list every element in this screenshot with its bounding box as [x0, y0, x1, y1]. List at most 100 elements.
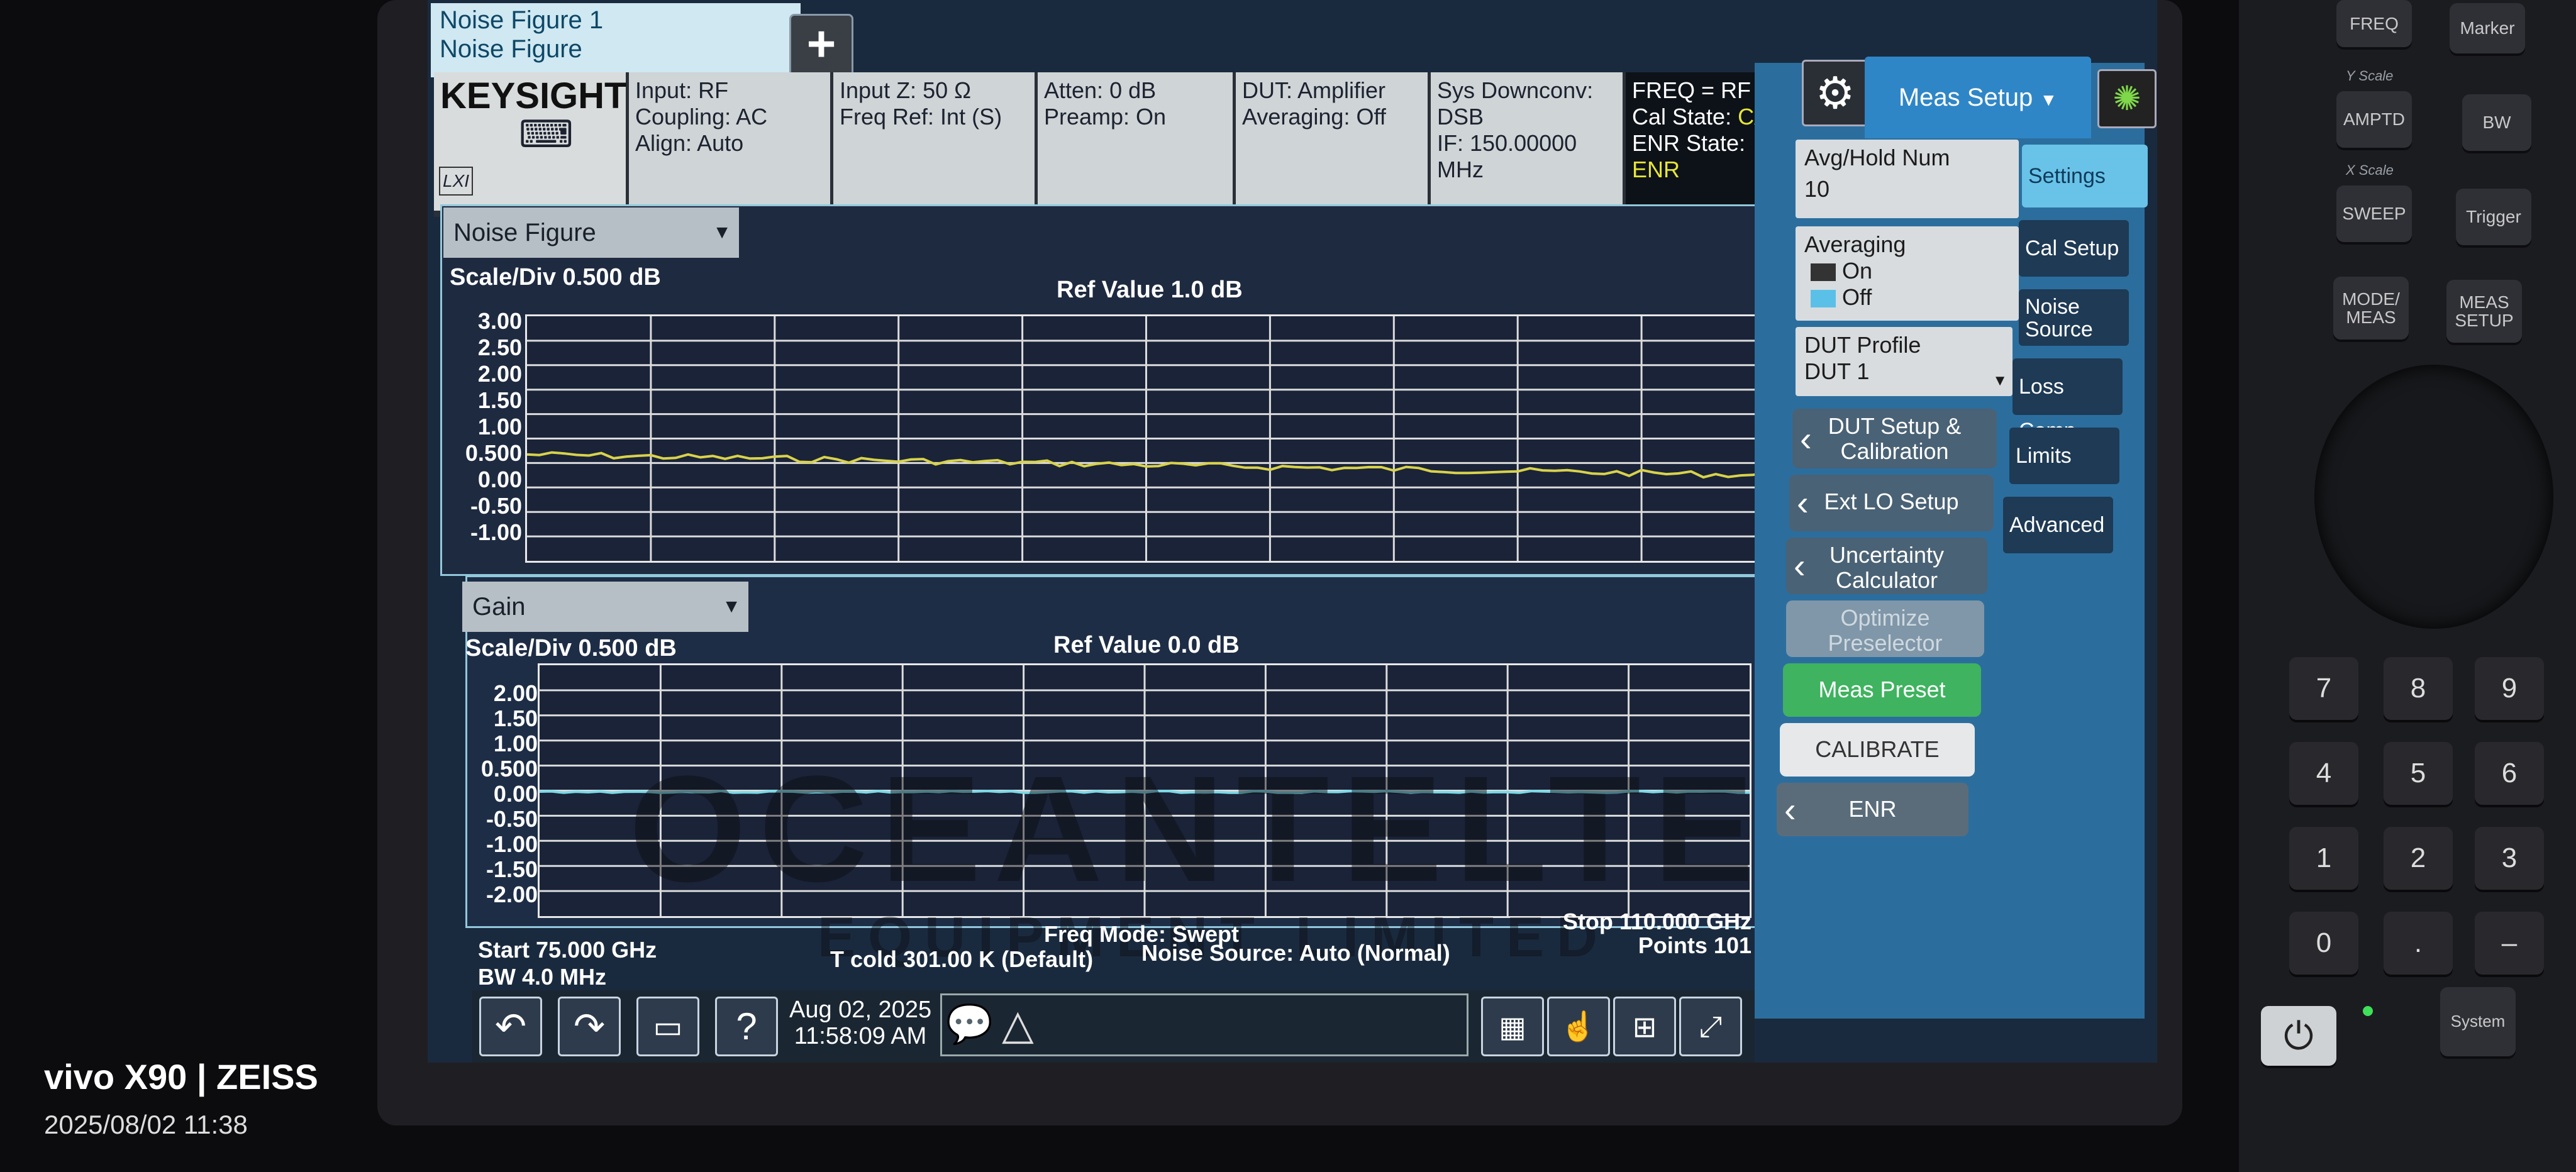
tab-cal-setup[interactable]: Cal Setup [2019, 220, 2129, 277]
add-screen-button[interactable]: + [789, 14, 853, 78]
chat-icon: ⌨ [519, 113, 574, 155]
tab-limits[interactable]: Limits [2009, 428, 2119, 484]
meas-setup-key[interactable]: MEAS SETUP [2446, 280, 2522, 343]
trace1-grid [527, 316, 1765, 561]
sweep-key-label: SWEEP [2342, 204, 2406, 224]
system-key[interactable]: System [2440, 987, 2516, 1056]
tab-cal-setup-label: Cal Setup [2025, 236, 2119, 260]
sweep-key[interactable]: SWEEP [2336, 185, 2412, 242]
tab-advanced[interactable]: Advanced [2003, 497, 2113, 553]
mode-meas-key[interactable]: MODE/ MEAS [2333, 277, 2409, 340]
y-tick-label: 1.50 [493, 705, 538, 731]
tab-loss-comp[interactable]: Loss Comp [2012, 358, 2123, 443]
trace1-selector[interactable]: Noise Figure ▼ [443, 207, 739, 258]
off-label: Off [1842, 284, 1872, 310]
enr-button[interactable]: ‹ ENR [1777, 783, 1968, 836]
trace2-name: Gain [472, 593, 526, 621]
num-key[interactable]: . [2384, 912, 2453, 975]
ext-lo-setup-button[interactable]: ‹ Ext LO Setup [1789, 475, 1994, 531]
num-key[interactable]: 7 [2289, 657, 2358, 720]
fullscreen-button[interactable]: ⤢ [1679, 997, 1742, 1056]
bw-key[interactable]: BW [2462, 94, 2531, 151]
on-label: On [1842, 258, 1873, 284]
meas-setup-key-label: MEAS SETUP [2455, 292, 2514, 330]
num-key[interactable]: 3 [2475, 827, 2544, 890]
redo-icon: ↷ [573, 1005, 606, 1048]
touch-button[interactable]: ☝ [1547, 997, 1610, 1056]
message-bar[interactable]: 💬 △ [940, 993, 1468, 1056]
num-key[interactable]: – [2475, 912, 2544, 975]
dut-profile-softkey[interactable]: DUT Profile DUT 1 ▼ [1796, 327, 2012, 396]
trigger-key-label: Trigger [2466, 207, 2521, 227]
y-tick-label: 2.50 [477, 334, 522, 360]
tab-advanced-label: Advanced [2009, 513, 2105, 537]
tab-noise-source[interactable]: Noise Source [2019, 289, 2129, 346]
uncertainty-calculator-button[interactable]: ‹ Uncertainty Calculator [1786, 538, 1987, 594]
start-freq: Start 75.000 GHz [478, 937, 657, 963]
trace1-plot[interactable] [525, 314, 1767, 563]
layout-button[interactable]: ⊞ [1613, 997, 1676, 1056]
tab-settings[interactable]: Settings [2022, 145, 2148, 207]
bw-key-label: BW [2482, 113, 2511, 133]
settings-gear-button[interactable]: ⚙ [1802, 60, 1868, 126]
num-key[interactable]: 8 [2384, 657, 2453, 720]
multiscreen-button[interactable]: ▦ [1481, 997, 1544, 1056]
uncert-line1: Uncertainty [1829, 542, 1945, 568]
marker-key[interactable]: Marker [2450, 3, 2525, 53]
menu-title: Meas Setup [1898, 84, 2033, 111]
num-key[interactable]: 4 [2289, 742, 2358, 805]
stop-freq: Stop 110.000 GHz [1562, 909, 1752, 934]
power-button[interactable]: ⏻ [2261, 1006, 2336, 1066]
message-icon: 💬 [946, 1003, 993, 1045]
expand-icon: ⤢ [1699, 1009, 1723, 1042]
trace2-selector[interactable]: Gain ▼ [462, 582, 748, 632]
meas-setup-tab[interactable]: Meas Setup ▼ [1865, 57, 2091, 138]
redo-button[interactable]: ↷ [558, 997, 621, 1056]
enr-label: ENR [1848, 796, 1897, 822]
input-cell[interactable]: Input: RF Coupling: AC Align: Auto [629, 72, 830, 211]
chevron-left-icon: ‹ [1800, 418, 1812, 458]
settings-info-bar: KEYSIGHT ⌨ LXI Input: RF Coupling: AC Al… [434, 72, 1792, 217]
trace1-ref: Ref Value 1.0 dB [1057, 277, 1243, 303]
sysdown-cell[interactable]: Sys Downconv: DSB IF: 150.00000 MHz [1431, 72, 1623, 211]
freq-key[interactable]: FREQ [2336, 0, 2412, 47]
points: Points 101 [1638, 932, 1752, 958]
num-key[interactable]: 9 [2475, 657, 2544, 720]
camera-brand: vivo X90 | ZEISS [44, 1057, 318, 1097]
inputz-cell[interactable]: Input Z: 50 Ω Freq Ref: Int (S) [833, 72, 1035, 211]
num-key[interactable]: 1 [2289, 827, 2358, 890]
chevron-left-icon: ‹ [1794, 546, 1806, 585]
y-tick-label: 2.00 [477, 361, 522, 387]
atten-text: Atten: 0 dB [1044, 77, 1157, 103]
averaging-softkey[interactable]: Averaging On Off [1796, 226, 2019, 321]
y-tick-label: -0.50 [486, 806, 538, 832]
clock: Aug 02, 2025 11:58:09 AM [789, 997, 931, 1049]
meas-preset-button[interactable]: Meas Preset [1783, 663, 1981, 717]
num-key[interactable]: 2 [2384, 827, 2453, 890]
help-icon: ? [736, 1005, 757, 1048]
optimize-preselector-button[interactable]: Optimize Preselector [1786, 600, 1984, 657]
help-button[interactable]: ? [715, 997, 778, 1056]
warning-icon: △ [1002, 1001, 1034, 1048]
calibrate-button[interactable]: CALIBRATE [1780, 723, 1975, 777]
y-tick-label: -1.00 [470, 519, 522, 545]
num-key[interactable]: 6 [2475, 742, 2544, 805]
file-button[interactable]: ▭ [636, 997, 699, 1056]
y-tick-label: 0.00 [477, 467, 522, 492]
undo-button[interactable]: ↶ [479, 997, 542, 1056]
window-tab[interactable]: Noise Figure 1 Noise Figure [431, 3, 801, 77]
amptd-key[interactable]: AMPTD [2336, 91, 2412, 148]
calstate-label: Cal State: [1632, 104, 1732, 130]
trace2-scale: Scale/Div 0.500 dB [465, 635, 677, 661]
dut-setup-button[interactable]: ‹ DUT Setup & Calibration [1792, 409, 1997, 468]
num-key[interactable]: 5 [2384, 742, 2453, 805]
spinner-icon: ✺ [2112, 80, 2141, 118]
trigger-key[interactable]: Trigger [2456, 189, 2531, 245]
tab-limits-label: Limits [2016, 444, 2072, 468]
dut-cell[interactable]: DUT: Amplifier Averaging: Off [1236, 72, 1428, 211]
t-cold: T cold 301.00 K (Default) [830, 946, 1094, 972]
avg-hold-softkey[interactable]: Avg/Hold Num 10 [1796, 140, 2019, 218]
num-key[interactable]: 0 [2289, 912, 2358, 975]
atten-cell[interactable]: Atten: 0 dB Preamp: On [1038, 72, 1233, 211]
rotary-knob[interactable] [2314, 365, 2553, 629]
